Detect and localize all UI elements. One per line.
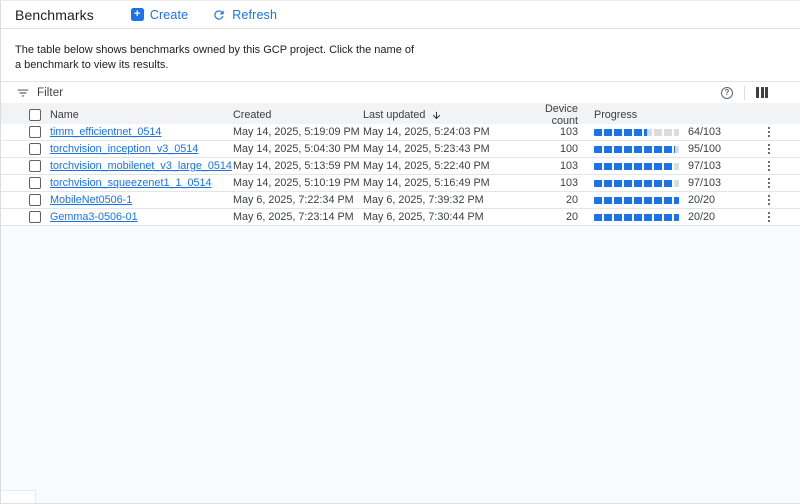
row-menu-button[interactable] (764, 159, 774, 173)
benchmarks-page: Benchmarks + Create Refresh The table be… (0, 0, 800, 504)
row-checkbox[interactable] (29, 177, 41, 189)
table-row: timm_efficientnet_0514 May 14, 2025, 5:1… (1, 124, 800, 141)
column-header-created[interactable]: Created (233, 109, 363, 121)
row-menu-button[interactable] (764, 210, 774, 224)
progress-bar (594, 214, 679, 221)
progress-label: 97/103 (688, 177, 721, 189)
progress-label: 64/103 (688, 126, 721, 138)
progress-cell: 95/100 (578, 143, 756, 155)
progress-label: 20/20 (688, 194, 715, 206)
progress-cell: 97/103 (578, 177, 756, 189)
device-count-cell: 100 (530, 143, 578, 155)
progress-label: 97/103 (688, 160, 721, 172)
select-all-checkbox[interactable] (29, 109, 41, 121)
row-checkbox[interactable] (29, 211, 41, 223)
created-cell: May 6, 2025, 7:23:14 PM (233, 211, 363, 223)
benchmark-name-link[interactable]: torchvision_squeezenet1_1_0514 (50, 177, 233, 189)
device-count-cell: 20 (530, 211, 578, 223)
table-row: MobileNet0506-1 May 6, 2025, 7:22:34 PM … (1, 192, 800, 209)
table-row: torchvision_mobilenet_v3_large_0514 May … (1, 158, 800, 175)
progress-cell: 20/20 (578, 211, 756, 223)
table-row: torchvision_inception_v3_0514 May 14, 20… (1, 141, 800, 158)
progress-bar-fill (594, 214, 679, 221)
column-header-last-updated[interactable]: Last updated (363, 109, 530, 121)
benchmark-name-link[interactable]: timm_efficientnet_0514 (50, 126, 233, 138)
created-cell: May 14, 2025, 5:19:09 PM (233, 126, 363, 138)
progress-cell: 97/103 (578, 160, 756, 172)
progress-label: 20/20 (688, 211, 715, 223)
device-count-cell: 103 (530, 160, 578, 172)
progress-bar-fill (594, 180, 674, 187)
table-header-row: Name Created Last updated Device count P… (1, 103, 800, 124)
below-table-area (1, 226, 800, 503)
row-checkbox[interactable] (29, 160, 41, 172)
benchmark-name-link[interactable]: Gemma3-0506-01 (50, 211, 233, 223)
created-cell: May 14, 2025, 5:10:19 PM (233, 177, 363, 189)
progress-bar (594, 163, 679, 170)
table-toolbar: Filter ? (1, 81, 800, 103)
page-title: Benchmarks (15, 7, 94, 23)
plus-box-icon: + (131, 8, 144, 21)
row-checkbox[interactable] (29, 126, 41, 138)
progress-cell: 20/20 (578, 194, 756, 206)
progress-bar-fill (594, 163, 674, 170)
progress-bar (594, 180, 679, 187)
refresh-button[interactable]: Refresh (206, 4, 283, 26)
row-menu-button[interactable] (764, 193, 774, 207)
created-cell: May 6, 2025, 7:22:34 PM (233, 194, 363, 206)
table-body: timm_efficientnet_0514 May 14, 2025, 5:1… (1, 124, 800, 226)
filter-icon (16, 86, 30, 100)
last-updated-cell: May 14, 2025, 5:24:03 PM (363, 126, 530, 138)
progress-bar-fill (594, 146, 675, 153)
created-cell: May 14, 2025, 5:13:59 PM (233, 160, 363, 172)
device-count-cell: 20 (530, 194, 578, 206)
last-updated-cell: May 6, 2025, 7:30:44 PM (363, 211, 530, 223)
filter-label: Filter (37, 87, 63, 99)
toolbar-right-actions: ? (721, 86, 768, 100)
created-cell: May 14, 2025, 5:04:30 PM (233, 143, 363, 155)
progress-bar (594, 129, 679, 136)
row-checkbox[interactable] (29, 143, 41, 155)
column-header-name[interactable]: Name (50, 109, 233, 121)
help-icon[interactable]: ? (721, 87, 733, 99)
filter-button[interactable]: Filter (16, 86, 63, 100)
create-button[interactable]: + Create (125, 4, 194, 26)
benchmark-name-link[interactable]: MobileNet0506-1 (50, 194, 233, 206)
row-menu-button[interactable] (764, 125, 774, 139)
table-row: Gemma3-0506-01 May 6, 2025, 7:23:14 PM M… (1, 209, 800, 226)
progress-bar-fill (594, 129, 647, 136)
progress-bar (594, 146, 679, 153)
last-updated-cell: May 14, 2025, 5:22:40 PM (363, 160, 530, 172)
description-line-1: The table below shows benchmarks owned b… (15, 43, 786, 58)
last-updated-cell: May 14, 2025, 5:23:43 PM (363, 143, 530, 155)
progress-bar (594, 197, 679, 204)
column-header-progress[interactable]: Progress (578, 109, 756, 121)
device-count-cell: 103 (530, 177, 578, 189)
table-row: torchvision_squeezenet1_1_0514 May 14, 2… (1, 175, 800, 192)
progress-label: 95/100 (688, 143, 721, 155)
benchmark-name-link[interactable]: torchvision_inception_v3_0514 (50, 143, 233, 155)
refresh-icon (212, 8, 226, 22)
page-header: Benchmarks + Create Refresh (1, 1, 800, 29)
description-line-2: a benchmark to view its results. (15, 58, 786, 73)
page-description: The table below shows benchmarks owned b… (1, 29, 800, 77)
progress-cell: 64/103 (578, 126, 756, 138)
row-checkbox[interactable] (29, 194, 41, 206)
last-updated-cell: May 6, 2025, 7:39:32 PM (363, 194, 530, 206)
benchmark-name-link[interactable]: torchvision_mobilenet_v3_large_0514 (50, 160, 233, 172)
row-menu-button[interactable] (764, 142, 774, 156)
row-menu-button[interactable] (764, 176, 774, 190)
sort-descending-icon (431, 110, 442, 121)
scroll-corner-stub (1, 490, 36, 503)
progress-bar-fill (594, 197, 679, 204)
last-updated-cell: May 14, 2025, 5:16:49 PM (363, 177, 530, 189)
column-display-icon[interactable] (756, 87, 768, 98)
device-count-cell: 103 (530, 126, 578, 138)
toolbar-divider (744, 86, 745, 100)
create-button-label: Create (150, 8, 188, 22)
refresh-button-label: Refresh (232, 8, 277, 22)
